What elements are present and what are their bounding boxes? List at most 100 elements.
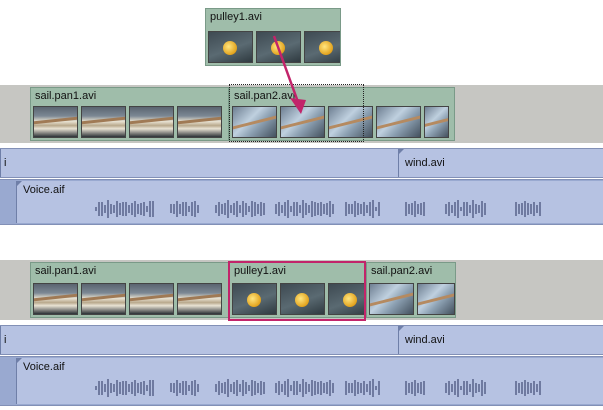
waveform-bar [530, 382, 532, 394]
waveform-bar [224, 202, 226, 216]
waveform-bar [260, 202, 262, 216]
waveform-bar [317, 202, 319, 216]
thumbnail [208, 31, 253, 63]
waveform-bar [460, 206, 462, 212]
waveform-bar [134, 379, 136, 397]
waveform-bar [326, 381, 328, 394]
clip-start-marker [16, 358, 22, 364]
waveform-bar [191, 201, 193, 217]
waveform-bar [152, 380, 154, 396]
waveform-bar [257, 203, 259, 215]
waveform-bar [357, 381, 359, 395]
waveform-bar [484, 202, 486, 216]
waveform-bar [236, 380, 238, 396]
waveform-bar [469, 204, 471, 214]
clip-thumbnails [369, 283, 455, 315]
waveform-bar [275, 383, 277, 393]
audio-clip-voice[interactable]: Voice.aif [16, 358, 603, 404]
audio-clip-wind[interactable]: wind.avi [398, 326, 603, 354]
waveform-bar [221, 203, 223, 215]
waveform-bar [524, 379, 526, 397]
waveform-bar [260, 381, 262, 395]
waveform-bar [314, 381, 316, 395]
waveform-bar [445, 382, 447, 394]
waveform-bar [457, 379, 459, 397]
waveform-bar [233, 381, 235, 395]
video-clip-sail-pan2[interactable]: sail.pan2.avi [366, 262, 456, 318]
waveform-bar [332, 203, 334, 215]
waveform-bar [363, 201, 365, 217]
audio-clip-left[interactable]: i [0, 326, 398, 354]
waveform-bar [281, 204, 283, 214]
waveform-bar [275, 204, 277, 214]
waveform-bar [182, 380, 184, 396]
waveform-bar [326, 202, 328, 215]
waveform-bar [484, 381, 486, 395]
waveform-bar [284, 201, 286, 217]
waveform-bar [245, 381, 247, 395]
waveform-bar [366, 204, 368, 214]
waveform-bar [197, 383, 199, 393]
video-clip-sail-pan1[interactable]: sail.pan1.avi [30, 262, 229, 318]
waveform-bar [149, 200, 151, 217]
waveform-bar [116, 380, 118, 396]
waveform-bar [314, 202, 316, 216]
waveform-bar [188, 205, 190, 213]
waveform-bar [536, 205, 538, 213]
waveform-bar [131, 202, 133, 216]
waveform-bar [369, 380, 371, 396]
waveform-bar [351, 382, 353, 394]
waveform-bar [104, 383, 106, 393]
audio-clip-wind[interactable]: wind.avi [398, 149, 603, 177]
waveform-bar [290, 385, 292, 391]
waveform-bar [448, 201, 450, 217]
waveform-bar [122, 381, 124, 395]
waveform-bar [472, 379, 474, 397]
waveform-bar [185, 202, 187, 216]
waveform-bar [230, 205, 232, 213]
waveform-bar [119, 381, 121, 395]
waveform-bar [197, 204, 199, 214]
waveform-bar [317, 381, 319, 395]
waveform-bar [414, 200, 416, 218]
waveform-bar [128, 204, 130, 214]
waveform-bar [278, 380, 280, 396]
waveform-bar [463, 202, 465, 216]
waveform-bar [218, 201, 220, 217]
waveform-bar [354, 379, 356, 397]
waveform-bar [263, 203, 265, 215]
waveform-bar [98, 202, 100, 216]
waveform-bar [360, 382, 362, 394]
thumbnail [129, 106, 174, 138]
waveform-bar [215, 383, 217, 393]
thumbnail [177, 283, 222, 315]
waveform-bar [107, 200, 109, 218]
waveform-bar [299, 384, 301, 392]
waveform-bar [173, 382, 175, 394]
waveform-bar [378, 202, 380, 216]
video-clip-sail-pan1[interactable]: sail.pan1.avi [30, 87, 229, 141]
waveform-bar [320, 202, 322, 216]
audio-clip-voice[interactable]: Voice.aif [16, 181, 603, 223]
waveform-bar [448, 380, 450, 396]
waveform-bar [305, 203, 307, 215]
waveform-bar [248, 206, 250, 212]
waveform-bar [478, 204, 480, 214]
waveform-bar [405, 381, 407, 395]
waveform-bar [284, 380, 286, 396]
thumbnail [424, 106, 449, 138]
audio-clip-left[interactable]: i [0, 149, 398, 177]
waveform-bar [378, 381, 380, 395]
bottom-timeline-panel: sail.pan1.avi pulley1.avi sail.pan2.avi … [0, 250, 603, 410]
waveform-bar [230, 384, 232, 392]
waveform-bar [182, 201, 184, 217]
audio-clip-label: wind.avi [405, 157, 445, 169]
audio-waveform-icon [95, 197, 575, 221]
waveform-bar [173, 203, 175, 215]
waveform-bar [146, 205, 148, 213]
waveform-bar [242, 200, 244, 218]
clip-label: sail.pan1.avi [35, 90, 97, 102]
thumbnail [81, 283, 126, 315]
waveform-bar [278, 201, 280, 217]
waveform-bar [533, 201, 535, 217]
